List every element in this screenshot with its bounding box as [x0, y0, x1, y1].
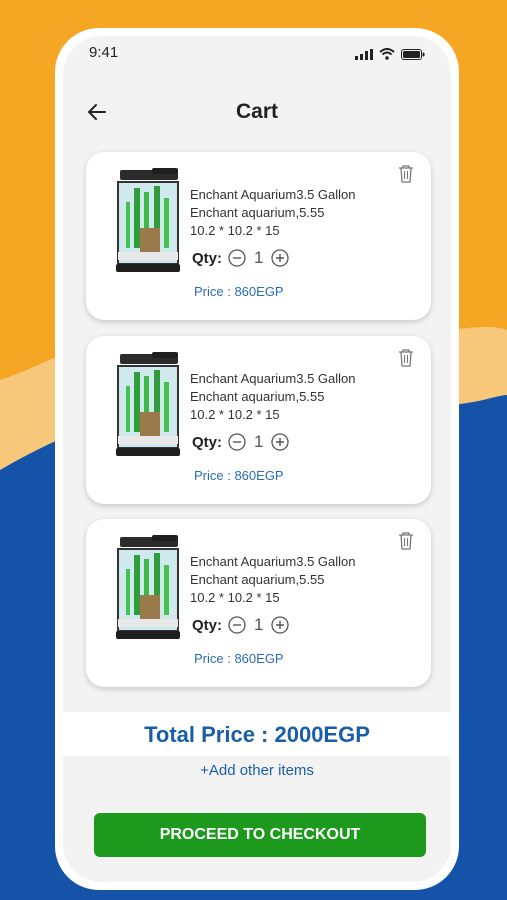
item-dimensions: 10.2 * 10.2 * 15 [190, 590, 280, 605]
status-bar: 9:41 [89, 44, 425, 64]
plus-circle-icon[interactable] [271, 249, 290, 267]
trash-icon[interactable] [397, 164, 415, 184]
item-price: Price : 860EGP [194, 468, 284, 483]
signal-icon [355, 48, 373, 60]
minus-circle-icon[interactable] [228, 433, 246, 451]
qty-value: 1 [254, 248, 264, 267]
qty-value: 1 [254, 432, 264, 451]
item-price: Price : 860EGP [194, 284, 284, 299]
aquarium-image [116, 535, 180, 639]
cart-item-card: Enchant Aquarium3.5 Gallon Enchant aquar… [86, 519, 431, 687]
qty-value: 1 [254, 615, 264, 634]
wifi-icon [379, 48, 395, 60]
quantity-stepper: Qty: 1 [192, 615, 290, 635]
item-name-line2: Enchant aquarium,5.55 [190, 572, 325, 587]
battery-icon [401, 48, 425, 60]
item-name-line1: Enchant Aquarium3.5 Gallon [190, 187, 356, 202]
trash-icon[interactable] [397, 531, 415, 551]
item-name-line1: Enchant Aquarium3.5 Gallon [190, 554, 356, 569]
page-title: Cart [235, 100, 278, 123]
total-price: Total Price : 2000EGP [144, 722, 370, 747]
plus-circle-icon[interactable] [271, 433, 290, 451]
cart-item-card: Enchant Aquarium3.5 Gallon Enchant aquar… [86, 336, 431, 504]
total-band: Total Price : 2000EGP [63, 712, 451, 756]
status-time: 9:41 [89, 44, 119, 61]
minus-circle-icon[interactable] [228, 616, 246, 634]
minus-circle-icon[interactable] [228, 249, 246, 267]
item-name-line1: Enchant Aquarium3.5 Gallon [190, 371, 356, 386]
item-name-line2: Enchant aquarium,5.55 [190, 205, 325, 220]
cart-item-card: Enchant Aquarium3.5 Gallon Enchant aquar… [86, 152, 431, 320]
quantity-stepper: Qty: 1 [192, 248, 290, 268]
quantity-stepper: Qty: 1 [192, 432, 290, 452]
item-dimensions: 10.2 * 10.2 * 15 [190, 407, 280, 422]
qty-label: Qty: [192, 433, 222, 451]
qty-label: Qty: [192, 616, 222, 634]
item-description: Enchant Aquarium3.5 Gallon Enchant aquar… [190, 370, 356, 424]
item-description: Enchant Aquarium3.5 Gallon Enchant aquar… [190, 186, 356, 240]
proceed-to-checkout-button[interactable]: PROCEED TO CHECKOUT [94, 813, 426, 857]
page-header: Cart [63, 96, 451, 132]
cart-screen: 9:41 Cart Enchant Aquarium3.5 Gallon Enc… [63, 36, 451, 882]
add-other-items-link[interactable]: +Add other items [63, 762, 451, 779]
qty-label: Qty: [192, 249, 222, 267]
trash-icon[interactable] [397, 348, 415, 368]
aquarium-image [116, 168, 180, 272]
status-icons [355, 48, 425, 60]
phone-frame: 9:41 Cart Enchant Aquarium3.5 Gallon Enc… [55, 28, 459, 890]
item-dimensions: 10.2 * 10.2 * 15 [190, 223, 280, 238]
item-price: Price : 860EGP [194, 651, 284, 666]
item-description: Enchant Aquarium3.5 Gallon Enchant aquar… [190, 553, 356, 607]
plus-circle-icon[interactable] [271, 616, 290, 634]
aquarium-image [116, 352, 180, 456]
item-name-line2: Enchant aquarium,5.55 [190, 389, 325, 404]
